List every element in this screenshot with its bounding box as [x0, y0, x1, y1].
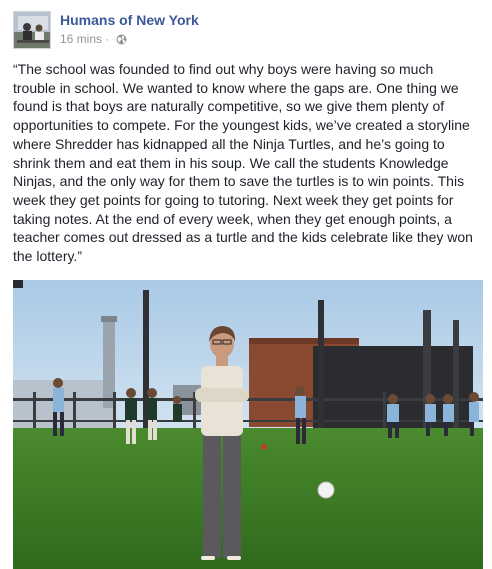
page-avatar[interactable] — [13, 11, 51, 49]
rooftop-field-photo — [13, 280, 483, 569]
post-photo[interactable] — [13, 280, 483, 569]
meta-separator: · — [105, 32, 110, 46]
globe-icon[interactable] — [116, 34, 127, 48]
post-caption: “The school was founded to find out why … — [13, 61, 473, 265]
avatar-photo — [14, 12, 50, 48]
page-name-link[interactable]: Humans of New York — [60, 12, 199, 28]
post-header: Humans of New York 16 mins · — [13, 11, 473, 49]
post-meta: 16 mins · — [60, 32, 127, 48]
facebook-post: Humans of New York 16 mins · “The school… — [0, 0, 492, 569]
post-timestamp[interactable]: 16 mins — [60, 32, 102, 46]
